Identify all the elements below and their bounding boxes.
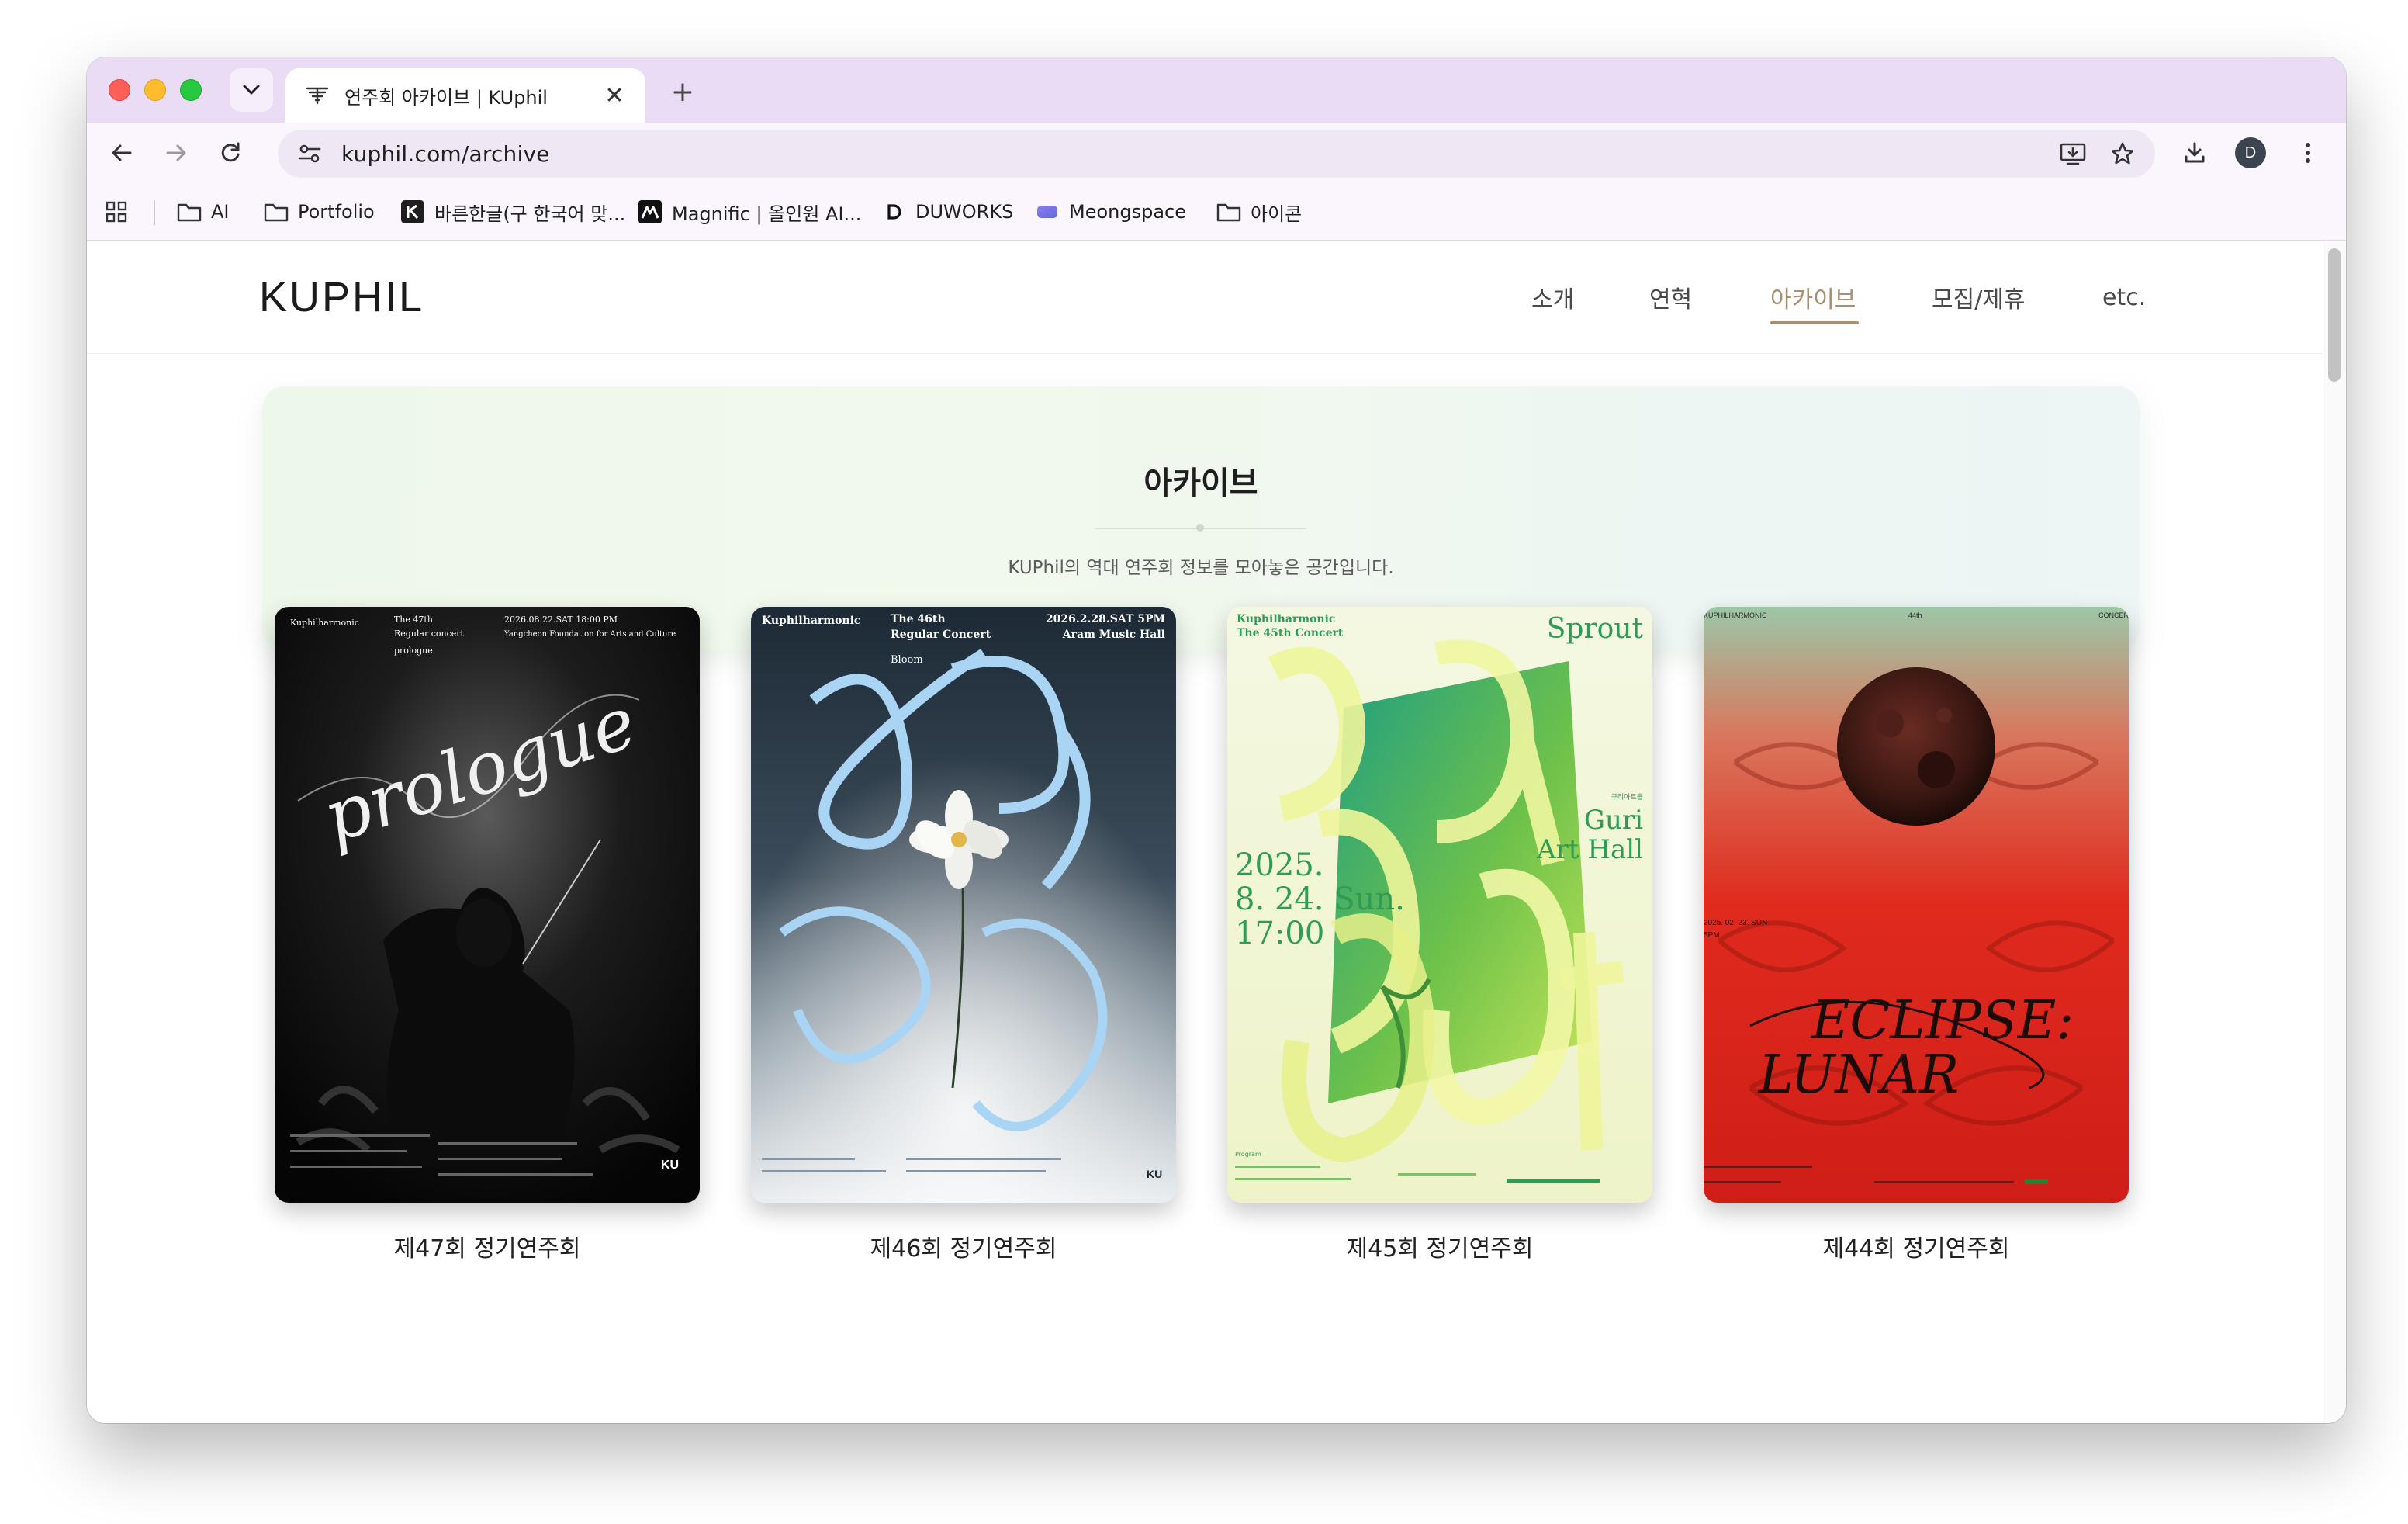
bookmark-meongspace[interactable]: Meongspace (1035, 183, 1186, 241)
divider-dot (1196, 524, 1204, 532)
folder-icon (264, 199, 289, 224)
tab-title: 연주회 아카이브 | KUphil (344, 86, 548, 109)
site-settings-icon[interactable] (293, 137, 326, 170)
k-logo-icon (400, 199, 425, 224)
site-header: KUPHIL 소개 연혁 아카이브 모집/제휴 etc. (87, 241, 2323, 354)
browser-toolbar: kuphil.com/archive D (87, 123, 2346, 183)
arrow-right-icon (166, 144, 186, 161)
page-description: KUPhil의 역대 연주회 정보를 모아놓은 공간입니다. (1008, 558, 1394, 578)
concert-poster-46[interactable]: Kuphilharmonic The 46th Regular Concert … (751, 607, 1176, 1203)
back-button[interactable] (101, 132, 143, 174)
concert-title[interactable]: 제44회 정기연주회 (1704, 1229, 2129, 1263)
arrow-left-icon (112, 144, 132, 161)
nav-about[interactable]: 소개 (1531, 241, 1574, 354)
maximize-window-button[interactable] (180, 79, 202, 101)
title-bar: 연주회 아카이브 | KUphil ✕ + (87, 57, 2346, 123)
page-scrollbar[interactable] (2323, 241, 2346, 1423)
scrollbar-thumb[interactable] (2328, 248, 2341, 382)
profile-button[interactable]: D (2230, 132, 2271, 174)
minimize-window-button[interactable] (144, 79, 166, 101)
bookmark-label: 아이콘 (1251, 203, 1303, 225)
bookmark-star-icon[interactable] (2105, 137, 2140, 171)
bookmarks-bar: AI Portfolio 바른한글(구 한국어 맞... Magnific | … (87, 183, 2346, 241)
nav-archive[interactable]: 아카이브 (1770, 241, 1856, 354)
bookmark-duworks[interactable]: DUWORKS (881, 183, 1013, 241)
tab-search-button[interactable] (230, 68, 273, 112)
bookmark-label: AI (211, 201, 230, 223)
close-window-button[interactable] (109, 79, 130, 101)
more-vertical-icon (2306, 143, 2310, 163)
bookmark-label: DUWORKS (915, 201, 1014, 223)
forward-button[interactable] (155, 132, 197, 174)
install-app-icon[interactable] (2056, 137, 2090, 171)
concert-poster-47[interactable]: Kuphilharmonic The 47th Regular concert … (275, 607, 700, 1203)
new-tab-button[interactable]: + (666, 74, 700, 109)
folder-icon (177, 199, 202, 224)
folder-icon (1216, 199, 1241, 224)
tab-close-icon[interactable]: ✕ (600, 81, 628, 109)
avatar: D (2235, 137, 2266, 168)
reload-button[interactable] (209, 132, 251, 174)
reload-icon (221, 142, 240, 162)
tab-active[interactable]: 연주회 아카이브 | KUphil ✕ (285, 68, 645, 123)
nav-active-underline (1770, 321, 1859, 324)
apps-grid-icon (104, 199, 129, 224)
concert-card-44[interactable]: KUPHILHARMONIC 44th CONCER 2025. 02. 23.… (1704, 607, 2129, 1263)
bookmark-label: 바른한글(구 한국어 맞... (434, 203, 626, 225)
url-text: kuphil.com/archive (341, 140, 550, 167)
concert-poster-45[interactable]: Kuphilharmonic The 45th Concert Sprout 구… (1227, 607, 1652, 1203)
bookmark-ai[interactable]: AI (177, 183, 230, 241)
kuphil-favicon-icon (306, 84, 329, 107)
bookmark-bareun[interactable]: 바른한글(구 한국어 맞... (400, 183, 625, 241)
magnific-logo-icon (638, 199, 663, 224)
nav-history[interactable]: 연혁 (1649, 241, 1692, 354)
page-title: 아카이브 (1143, 466, 1258, 501)
concert-poster-44[interactable]: KUPHILHARMONIC 44th CONCER 2025. 02. 23.… (1704, 607, 2129, 1203)
web-page: KUPHIL 소개 연혁 아카이브 모집/제휴 etc. 아카이브 KUPhil… (87, 241, 2346, 1423)
concert-card-47[interactable]: Kuphilharmonic The 47th Regular concert … (275, 607, 700, 1263)
meongspace-logo-icon (1035, 199, 1060, 224)
concert-title[interactable]: 제46회 정기연주회 (751, 1229, 1176, 1263)
chevron-down-icon (243, 85, 260, 95)
bookmark-label: Meongspace (1069, 201, 1187, 223)
concert-title[interactable]: 제47회 정기연주회 (275, 1229, 700, 1263)
address-bar[interactable]: kuphil.com/archive (278, 130, 2155, 178)
bookmark-portfolio[interactable]: Portfolio (264, 183, 375, 241)
nav-etc[interactable]: etc. (2102, 241, 2146, 354)
download-icon (2185, 142, 2205, 163)
concert-card-45[interactable]: Kuphilharmonic The 45th Concert Sprout 구… (1227, 607, 1652, 1263)
concert-title[interactable]: 제45회 정기연주회 (1227, 1229, 1652, 1263)
bookmarks-divider (154, 200, 155, 225)
bookmark-label: Portfolio (298, 201, 375, 223)
bookmark-magnific[interactable]: Magnific | 올인원 AI... (638, 183, 861, 241)
duworks-logo-icon (881, 199, 906, 224)
concert-card-46[interactable]: Kuphilharmonic The 46th Regular Concert … (751, 607, 1176, 1263)
bookmark-icons[interactable]: 아이콘 (1216, 183, 1302, 241)
browser-window: 연주회 아카이브 | KUphil ✕ + kuphil.com/archive (87, 57, 2346, 1423)
bookmark-label: Magnific | 올인원 AI... (672, 203, 862, 225)
browser-menu-button[interactable] (2287, 132, 2329, 174)
apps-button[interactable] (104, 183, 138, 241)
downloads-button[interactable] (2174, 132, 2216, 174)
site-logo[interactable]: KUPHIL (259, 273, 424, 321)
nav-recruit[interactable]: 모집/제휴 (1932, 241, 2026, 354)
